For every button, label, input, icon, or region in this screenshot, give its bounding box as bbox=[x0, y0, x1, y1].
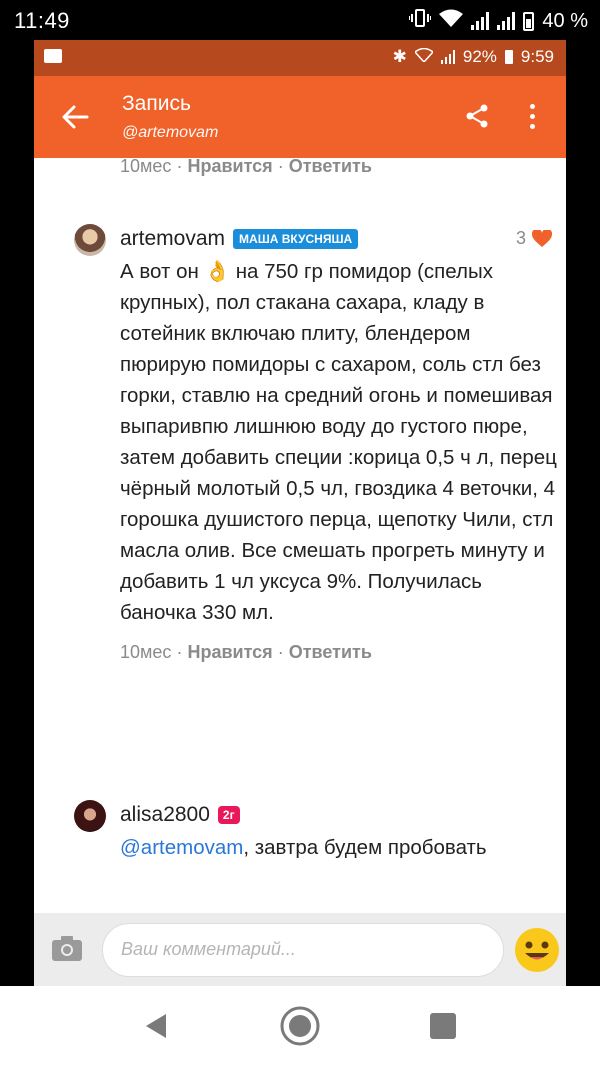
like-link[interactable]: Нравится bbox=[187, 158, 272, 176]
avatar[interactable] bbox=[74, 224, 106, 256]
nav-back-icon[interactable] bbox=[142, 1012, 170, 1040]
author-badge: 2г bbox=[217, 806, 240, 824]
page-subtitle: @artemovam bbox=[122, 124, 219, 141]
comment-item: artemovam МАША ВКУСНЯША 3 А вот он 👌 на … bbox=[74, 222, 560, 663]
comment-text-part: на 750 гр помидор (спелых крупных), пол … bbox=[120, 260, 557, 624]
author-badge: МАША ВКУСНЯША bbox=[233, 229, 359, 249]
ok-hand-emoji-icon: 👌 bbox=[204, 260, 231, 283]
comment-header: alisa2800 2г bbox=[120, 798, 560, 832]
nav-recents-icon[interactable] bbox=[430, 1013, 456, 1039]
vibrate-icon bbox=[408, 8, 433, 34]
share-icon[interactable] bbox=[464, 103, 490, 129]
notification-icon bbox=[44, 49, 62, 63]
app-screen: ✱ 92% 9:59 Запись @artemovam 10мес · Нра… bbox=[34, 40, 566, 986]
system-status-icons: 40 % bbox=[408, 8, 588, 34]
comment-author[interactable]: alisa2800 bbox=[120, 803, 210, 827]
comment-text: А вот он 👌 на 750 гр помидор (спелых кру… bbox=[120, 256, 560, 628]
like-count: 3 bbox=[515, 228, 526, 248]
app-status-bar: ✱ 92% 9:59 bbox=[34, 40, 566, 76]
nav-home-icon[interactable] bbox=[280, 1006, 320, 1046]
battery-small-icon bbox=[504, 50, 513, 64]
comment-text: @artemovam, завтра будем пробовать bbox=[120, 832, 560, 863]
system-status-bar: 11:49 40 % bbox=[0, 0, 600, 40]
app-toolbar: Запись @artemovam bbox=[34, 76, 566, 158]
system-navigation-bar bbox=[0, 986, 600, 1066]
comment-text-part: А вот он bbox=[120, 260, 205, 283]
inner-clock: 9:59 bbox=[520, 47, 554, 66]
reply-link[interactable]: Ответить bbox=[289, 158, 372, 176]
meta-separator: · bbox=[176, 642, 183, 662]
comment-input-placeholder: Ваш комментарий... bbox=[121, 939, 296, 959]
battery-percent: 40 % bbox=[542, 9, 588, 32]
page-title: Запись bbox=[122, 92, 191, 115]
comment-composer: Ваш комментарий... bbox=[34, 913, 566, 986]
smiley-emoji-icon[interactable] bbox=[514, 927, 560, 973]
system-clock: 11:49 bbox=[14, 8, 70, 33]
comment-author[interactable]: artemovam bbox=[120, 227, 225, 251]
mention-link[interactable]: @artemovam bbox=[120, 836, 243, 859]
comment-time: 10мес bbox=[120, 158, 172, 176]
meta-separator: · bbox=[277, 642, 284, 662]
device-screen: 11:49 40 % ✱ 92% 9:59 Запись @artemovam … bbox=[0, 0, 600, 1066]
more-options-icon[interactable] bbox=[528, 104, 536, 130]
like-link[interactable]: Нравится bbox=[187, 642, 272, 662]
camera-icon[interactable] bbox=[52, 935, 82, 961]
comment-meta: 10мес · Нравится · Ответить bbox=[120, 158, 372, 177]
meta-separator: · bbox=[277, 158, 284, 176]
comment-time: 10мес bbox=[120, 642, 172, 662]
comment-text-part: , завтра будем пробовать bbox=[243, 836, 487, 859]
inner-battery-percent: 92% bbox=[462, 47, 497, 66]
signal-icon bbox=[471, 12, 490, 30]
comment-input[interactable]: Ваш комментарий... bbox=[102, 923, 504, 977]
comment-header: artemovam МАША ВКУСНЯША bbox=[120, 222, 560, 256]
wifi-icon bbox=[439, 9, 464, 33]
battery-icon bbox=[523, 11, 535, 31]
bluetooth-icon: ✱ bbox=[392, 47, 407, 66]
comments-list: 10мес · Нравится · Ответить artemovam МА… bbox=[34, 158, 566, 913]
meta-separator: · bbox=[176, 158, 183, 176]
comment-meta: 10мес · Нравится · Ответить bbox=[120, 642, 560, 663]
avatar[interactable] bbox=[74, 800, 106, 832]
back-arrow-icon[interactable] bbox=[60, 102, 90, 132]
signal-small-icon bbox=[440, 50, 455, 64]
like-counter[interactable]: 3 bbox=[516, 228, 552, 249]
reply-link[interactable]: Ответить bbox=[289, 642, 372, 662]
comment-item: alisa2800 2г @artemovam, завтра будем пр… bbox=[74, 798, 560, 863]
wifi-small-icon bbox=[413, 47, 434, 67]
heart-icon bbox=[532, 229, 552, 247]
app-status-icons: ✱ 92% 9:59 bbox=[393, 47, 554, 67]
signal-icon-2 bbox=[497, 12, 516, 30]
